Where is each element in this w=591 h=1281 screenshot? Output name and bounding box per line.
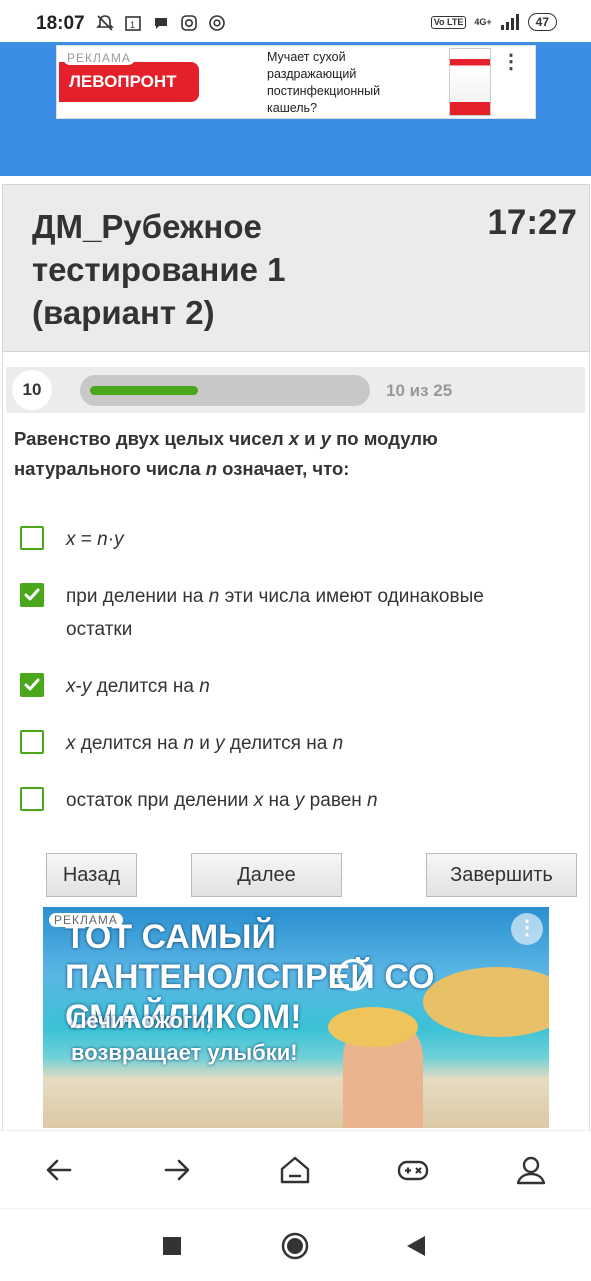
battery-icon: 47: [527, 13, 557, 31]
ad-brand-logo: ЛЕВОПРОНТ: [59, 62, 199, 102]
back-button[interactable]: Назад: [46, 853, 137, 897]
more-options-icon[interactable]: ⋮: [501, 52, 521, 72]
system-nav-bar: [0, 1208, 591, 1281]
checkbox[interactable]: [20, 730, 44, 754]
more-options-icon[interactable]: ⋮: [511, 913, 543, 945]
gamepad-icon[interactable]: [396, 1153, 430, 1187]
finish-button[interactable]: Завершить: [426, 853, 577, 897]
back-triangle-icon[interactable]: [405, 1235, 427, 1257]
chat-bubble-icon: [155, 18, 167, 29]
checkbox[interactable]: [20, 787, 44, 811]
quiz-title: ДМ_Рубежное тестирование 1 (вариант 2): [32, 208, 286, 331]
answer-option-label: x-y делится на n: [66, 676, 210, 697]
answer-option[interactable]: x делится на n и y делится на n: [20, 727, 546, 760]
top-ad-banner[interactable]: ЛЕВОПРОНТ РЕКЛАМА Мучает сухой раздражаю…: [56, 45, 536, 119]
svg-text:1: 1: [130, 20, 135, 30]
notification-icons: 1: [96, 14, 226, 32]
answer-option-label: при делении на n эти числа имеют одинако…: [66, 586, 484, 640]
calendar-icon: 1: [125, 16, 141, 31]
answer-option[interactable]: остаток при делении x на y равен n: [20, 784, 546, 817]
back-arrow-icon[interactable]: [42, 1153, 76, 1187]
home-circle-icon[interactable]: [281, 1232, 309, 1260]
progress-bar: [80, 375, 370, 406]
bottom-ad-banner[interactable]: ТОТ САМЫЙ ПАНТЕНОЛСПРЕЙ СО СМАЙЛИКОМ! Ле…: [43, 907, 549, 1128]
progress-bar-fill: [90, 386, 198, 395]
checkbox[interactable]: [20, 673, 44, 697]
checkbox[interactable]: [20, 526, 44, 550]
ad-label: РЕКЛАМА: [63, 51, 135, 65]
smiley-icon: [337, 959, 369, 991]
quiz-header: ДМ_Рубежное тестирование 1 (вариант 2) 1…: [2, 184, 590, 352]
next-button[interactable]: Далее: [191, 853, 342, 897]
checkmark-icon: [24, 678, 40, 691]
answer-option[interactable]: x = n·y: [20, 523, 546, 556]
ad-text: Мучает сухой раздражающий постинфекционн…: [267, 50, 381, 115]
signal-icon: [500, 14, 519, 30]
recents-icon[interactable]: [162, 1236, 182, 1256]
question-number-badge: 10: [12, 370, 52, 410]
profile-icon[interactable]: [514, 1153, 548, 1187]
volte-icon: Vo LTE: [430, 15, 467, 29]
ad-product-image: [449, 48, 491, 116]
status-bar: 18:07 1 Vo LTE 4G+ 47: [0, 0, 591, 42]
answer-option-label: x делится на n и y делится на n: [66, 733, 344, 754]
home-icon[interactable]: [278, 1153, 312, 1187]
answer-option-label: остаток при делении x на y равен n: [66, 790, 378, 811]
browser-bottom-nav: [0, 1130, 591, 1209]
system-status-icons: Vo LTE 4G+ 47: [430, 13, 557, 31]
checkbox[interactable]: [20, 583, 44, 607]
quiz-timer: 17:27: [487, 203, 577, 242]
answer-option[interactable]: x-y делится на n: [20, 670, 546, 703]
ad-label: РЕКЛАМА: [49, 913, 123, 927]
network-type: 4G+: [474, 17, 492, 27]
answer-option[interactable]: при делении на n эти числа имеют одинако…: [20, 580, 546, 646]
instagram-icon: [181, 15, 197, 31]
checkmark-icon: [24, 588, 40, 601]
answer-option-label: x = n·y: [66, 529, 124, 550]
forward-arrow-icon[interactable]: [160, 1153, 194, 1187]
status-time: 18:07: [36, 13, 85, 34]
question-text: Равенство двух целых чисел x и y по моду…: [14, 428, 438, 479]
progress-row: 10 10 из 25: [6, 367, 585, 413]
ad-subtext: Лечит ожоги, возвращает улыбки!: [71, 1008, 298, 1065]
at-sign-icon: [209, 15, 225, 31]
bell-off-icon: [96, 15, 114, 31]
progress-text: 10 из 25: [386, 381, 453, 400]
